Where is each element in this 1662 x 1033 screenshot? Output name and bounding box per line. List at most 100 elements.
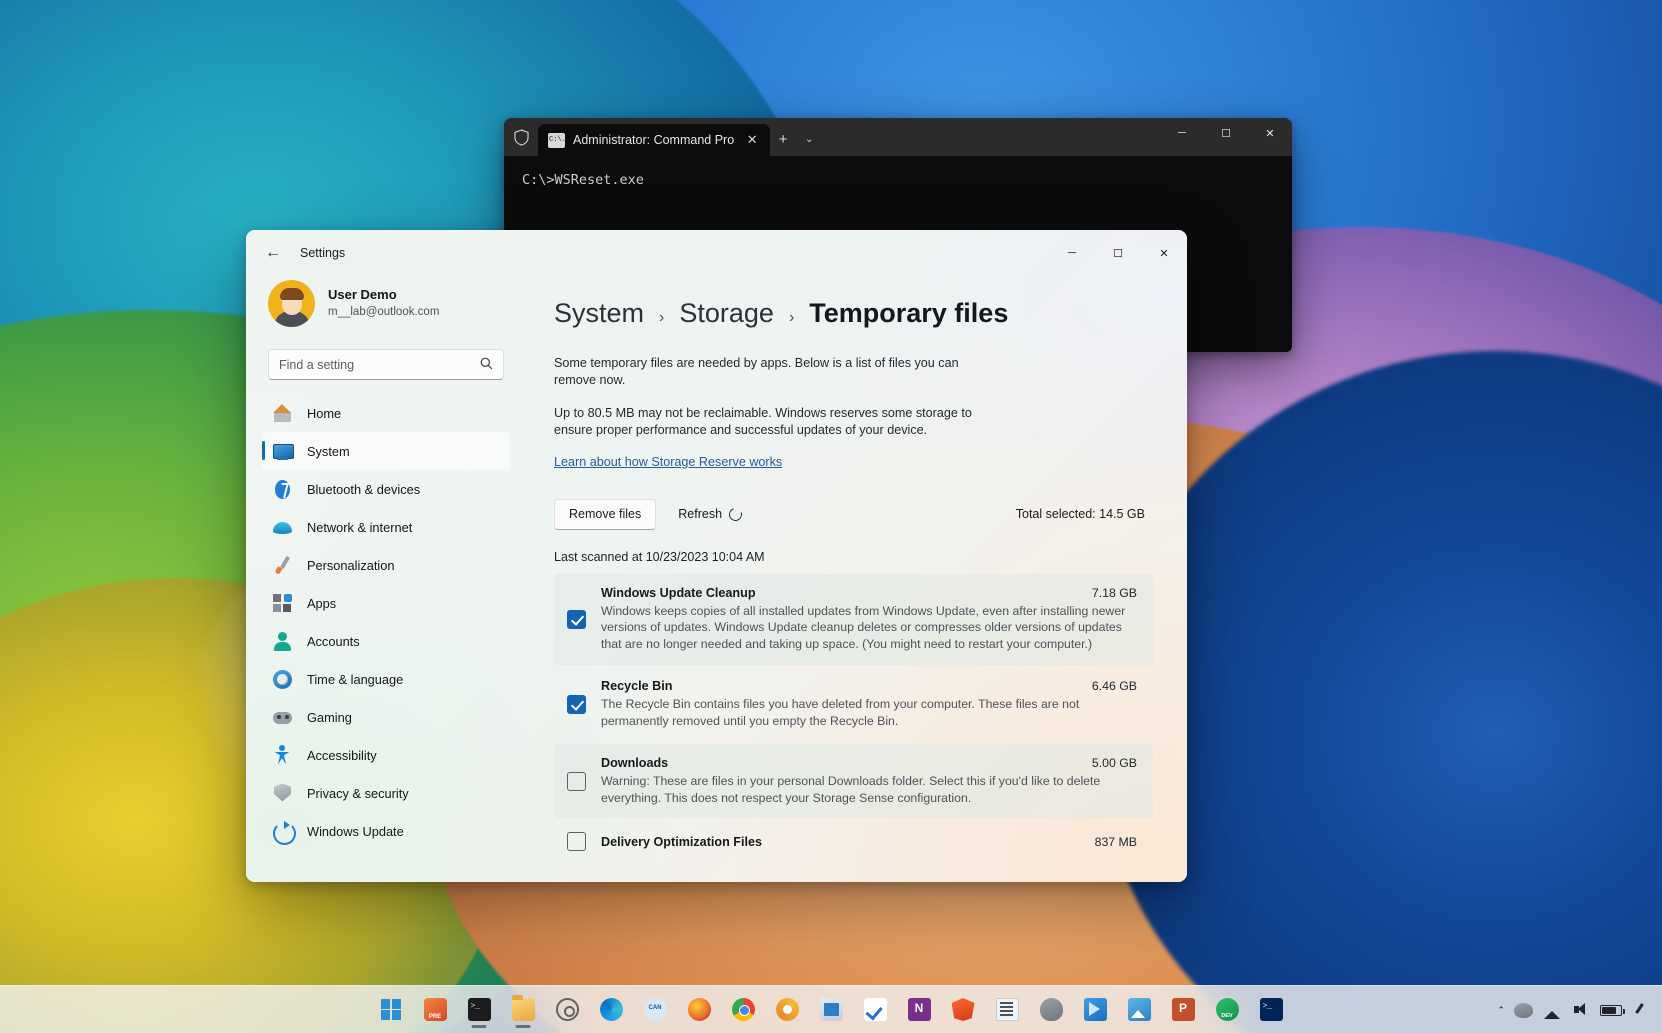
file-title: Windows Update Cleanup [601,585,756,600]
battery-icon[interactable] [1600,1004,1625,1016]
back-button[interactable]: ← [256,238,290,268]
sidebar-item-bluetooth-devices[interactable]: Bluetooth & devices [262,470,510,508]
chrome-canary[interactable] [768,991,806,1029]
accessibility-icon [272,744,293,766]
sidebar-item-label: Accounts [307,633,360,649]
sidebar-item-privacy-security[interactable]: Privacy & security [262,774,510,812]
sidebar-item-label: Home [307,405,342,421]
close-button[interactable]: ✕ [1141,230,1187,276]
word-app[interactable] [988,991,1026,1029]
close-button[interactable]: ✕ [1248,118,1292,148]
settings-titlebar[interactable]: ← Settings ─ ☐ ✕ [246,230,1187,276]
sidebar-item-accessibility[interactable]: Accessibility [262,736,510,774]
file-explorer[interactable] [504,991,542,1029]
sidebar-item-system[interactable]: System [262,432,510,470]
file-checkbox[interactable] [567,609,586,629]
terminal-app[interactable] [460,991,498,1029]
powershell-app[interactable] [1252,991,1290,1029]
start-button[interactable] [372,991,410,1029]
settings-window[interactable]: ← Settings ─ ☐ ✕ User Demo m__lab@outloo… [246,230,1187,882]
file-explorer-icon [511,995,535,1021]
onedrive-app[interactable] [1032,991,1070,1029]
shield-icon [272,783,293,804]
search-box[interactable] [268,349,504,380]
file-checkbox[interactable] [567,694,586,714]
refresh-button-label: Refresh [678,507,723,521]
minimize-button[interactable]: ─ [1049,230,1095,276]
powershell-app-icon [1259,998,1283,1021]
system-icon [272,441,294,462]
minimize-button[interactable]: ─ [1160,118,1204,148]
brave-browser[interactable] [944,991,982,1029]
terminal-output[interactable]: C:\>WSReset.exe [504,156,1292,204]
gamepad-icon [272,707,293,728]
storage-reserve-link[interactable]: Learn about how Storage Reserve works [554,455,782,469]
temp-file-item[interactable]: Delivery Optimization Files 837 MB [554,820,1153,863]
close-icon[interactable]: ✕ [742,130,762,150]
canary-browser[interactable] [636,991,674,1029]
breadcrumb-system[interactable]: System [554,298,644,329]
sidebar-item-accounts[interactable]: Accounts [262,622,510,660]
refresh-button[interactable]: Refresh [668,499,752,530]
temp-file-item[interactable]: Recycle Bin 6.46 GB The Recycle Bin contai… [554,667,1153,742]
visual-studio[interactable] [1076,991,1114,1029]
sidebar-item-label: Accessibility [307,747,377,763]
temp-file-item[interactable]: Downloads 5.00 GB Warning: These are files… [554,743,1153,819]
temp-file-item[interactable]: Windows Update Cleanup 7.18 GB Windows kee… [554,573,1153,666]
total-selected-label: Total selected: 14.5 GB [1015,507,1145,521]
terminal-tab-title: Administrator: Command Pro [573,133,735,147]
terminal-titlebar[interactable]: Administrator: Command Pro ✕ + ⌄ ─ ☐ ✕ [504,118,1292,156]
onenote-app[interactable] [900,991,938,1029]
sidebar-item-apps[interactable]: Apps [262,584,510,622]
sidebar-item-personalization[interactable]: Personalization [262,546,510,584]
sidebar-item-gaming[interactable]: Gaming [262,698,510,736]
todo-app-icon [863,998,887,1021]
sidebar-item-label: Network & internet [307,519,413,535]
pre-app[interactable] [416,991,454,1029]
wifi-icon[interactable] [1542,1001,1562,1019]
chrome-browser[interactable] [724,991,762,1029]
dev-home[interactable] [1208,991,1246,1029]
console-icon [548,132,566,148]
sidebar-item-time-language[interactable]: Time & language [262,660,510,698]
sidebar-item-label: Time & language [307,671,404,687]
sidebar-item-home[interactable]: Home [262,394,510,432]
maximize-button[interactable]: ☐ [1204,118,1248,148]
sidebar-item-windows-update[interactable]: Windows Update [262,812,510,850]
edge-browser[interactable] [592,991,630,1029]
taskbar-icons [372,991,1290,1029]
chevron-right-icon: › [788,309,795,326]
photos-app[interactable] [1120,991,1158,1029]
maximize-button[interactable]: ☐ [1095,230,1141,276]
settings-app[interactable] [548,991,586,1029]
file-size: 6.46 GB [1091,679,1137,694]
terminal-tab[interactable]: Administrator: Command Pro ✕ [538,124,771,156]
todo-app[interactable] [856,991,894,1029]
apps-icon [272,593,293,614]
sidebar-item-label: Privacy & security [307,785,409,801]
chevron-down-icon[interactable]: ⌄ [796,124,822,154]
breadcrumb-storage[interactable]: Storage [679,298,774,329]
remove-files-button[interactable]: Remove files [554,498,657,530]
user-profile[interactable]: User Demo m__lab@outlook.com [262,276,510,327]
firefox-browser[interactable] [680,991,718,1029]
chevron-up-icon[interactable]: ⌃ [1497,1005,1505,1016]
pen-icon[interactable] [1631,1002,1648,1019]
search-input[interactable] [279,357,474,372]
volume-icon[interactable] [1571,1001,1591,1019]
file-checkbox[interactable] [567,832,586,852]
home-icon [272,403,293,424]
sidebar-item-network-internet[interactable]: Network & internet [262,508,510,546]
brush-icon [272,555,293,576]
powerpoint-app[interactable] [1164,991,1202,1029]
file-checkbox[interactable] [567,771,586,791]
settings-window-controls: ─ ☐ ✕ [1049,230,1187,276]
file-info: Downloads 5.00 GB Warning: These are files… [601,756,1137,807]
update-icon [272,820,296,845]
file-title: Recycle Bin [601,679,673,694]
onenote-app-icon [907,998,931,1021]
new-tab-button[interactable]: + [770,124,796,154]
onedrive-tray-icon[interactable] [1514,1002,1533,1018]
microsoft-store[interactable] [812,991,850,1029]
network-icon [272,517,293,538]
